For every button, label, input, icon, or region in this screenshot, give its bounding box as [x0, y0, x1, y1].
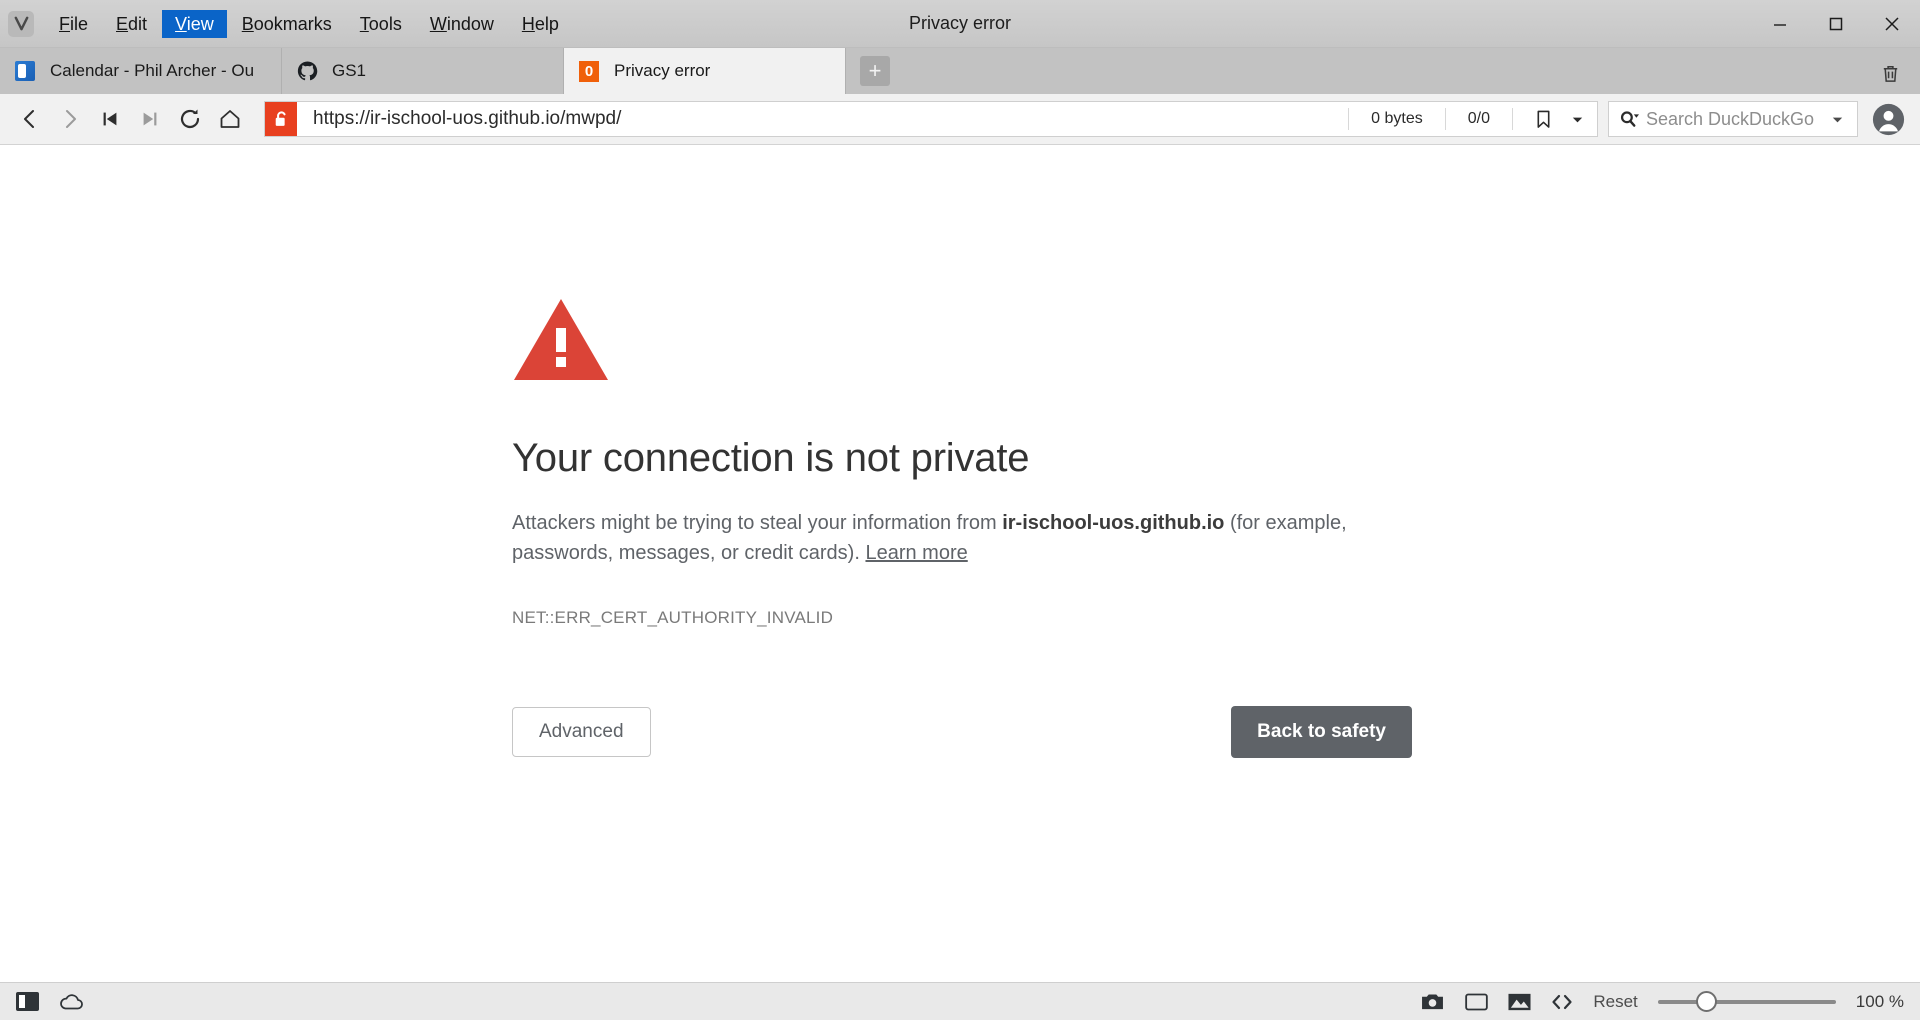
menu-rest: indow [446, 13, 494, 34]
search-icon[interactable] [1609, 110, 1646, 129]
back-arrow-icon[interactable] [10, 99, 50, 139]
search-bar[interactable]: Search DuckDuckGo [1608, 101, 1858, 137]
status-left-group [16, 992, 85, 1011]
menu-rest: iew [186, 13, 214, 34]
profile-avatar-icon[interactable] [1866, 97, 1910, 141]
fast-forward-icon[interactable] [130, 99, 170, 139]
advanced-button[interactable]: Advanced [512, 707, 651, 758]
home-icon[interactable] [210, 99, 250, 139]
status-bar: Reset 100 % [0, 982, 1920, 1020]
menu-rest: elp [534, 13, 559, 34]
reload-icon[interactable] [170, 99, 210, 139]
code-icon[interactable] [1551, 994, 1573, 1010]
tab-title: GS1 [332, 61, 367, 80]
page-title: Your connection is not private [512, 436, 1030, 480]
status-right-group: Reset 100 % [1420, 991, 1904, 1012]
error-description: Attackers might be trying to steal your … [512, 509, 1372, 568]
window-controls [1752, 0, 1920, 47]
menu-mnemonic: T [359, 13, 369, 34]
url-meta-group: 0 bytes 0/0 [1348, 102, 1597, 136]
tiling-icon[interactable] [1465, 993, 1489, 1011]
browser-window: File Edit View Bookmarks Tools Window He… [0, 0, 1920, 1020]
menu-mnemonic: V [175, 13, 187, 34]
forward-arrow-icon[interactable] [50, 99, 90, 139]
error-description-before: Attackers might be trying to steal your … [512, 512, 1003, 534]
privacy-error-container: Your connection is not private Attackers… [512, 295, 1412, 759]
title-bar: File Edit View Bookmarks Tools Window He… [0, 0, 1920, 48]
bookmark-dropdown-chevron-down-icon[interactable] [1566, 112, 1597, 127]
tab-privacy-error[interactable]: 0 Privacy error [564, 48, 846, 94]
rewind-icon[interactable] [90, 99, 130, 139]
outlook-icon [14, 60, 36, 82]
learn-more-link[interactable]: Learn more [865, 542, 967, 564]
menu-item-help[interactable]: Help [509, 10, 572, 38]
menu-item-file[interactable]: File [46, 10, 101, 38]
github-icon [296, 60, 318, 82]
search-input[interactable]: Search DuckDuckGo [1646, 109, 1818, 130]
tab-strip: Calendar - Phil Archer - Ou GS1 0 Privac… [0, 48, 1920, 94]
menu-item-window[interactable]: Window [417, 10, 507, 38]
zoom-reset-button[interactable]: Reset [1593, 992, 1637, 1012]
cloud-icon[interactable] [59, 993, 85, 1011]
close-button[interactable] [1864, 0, 1920, 47]
menu-item-tools[interactable]: Tools [347, 10, 415, 38]
menu-item-edit[interactable]: Edit [103, 10, 160, 38]
tab-title: Calendar - Phil Archer - Ou [50, 61, 255, 80]
error-code: NET::ERR_CERT_AUTHORITY_INVALID [512, 608, 834, 628]
tab-calendar[interactable]: Calendar - Phil Archer - Ou [0, 48, 282, 94]
zoom-slider-track [1657, 999, 1836, 1004]
menu-mnemonic: E [116, 13, 129, 34]
error-domain: ir-ischool-uos.github.io [1002, 512, 1225, 534]
page-content: Your connection is not private Attackers… [0, 145, 1920, 982]
menu-item-bookmarks[interactable]: Bookmarks [229, 10, 345, 38]
search-chevron-down-icon[interactable] [1818, 112, 1857, 127]
zoom-slider-thumb[interactable] [1695, 991, 1717, 1012]
menu-rest: ile [70, 13, 89, 34]
address-toolbar: https://ir-ischool-uos.github.io/mwpd/ 0… [0, 94, 1920, 145]
url-text[interactable]: https://ir-ischool-uos.github.io/mwpd/ [313, 108, 1348, 130]
menu-mnemonic: W [429, 13, 447, 34]
menu-rest: dit [128, 13, 148, 34]
warning-triangle-icon [512, 295, 1412, 388]
tab-title: Privacy error [614, 61, 711, 80]
menu-mnemonic: H [521, 13, 535, 34]
blocked-counter: 0/0 [1444, 108, 1512, 130]
menu-mnemonic: B [241, 13, 254, 34]
maximize-button[interactable] [1808, 0, 1864, 47]
image-icon[interactable] [1508, 993, 1531, 1011]
camera-icon[interactable] [1420, 992, 1445, 1011]
menu-mnemonic: F [59, 13, 70, 34]
menu-rest: ookmarks [253, 13, 332, 34]
menu-bar: File Edit View Bookmarks Tools Window He… [46, 0, 574, 47]
bookmark-icon[interactable] [1512, 108, 1566, 130]
bytes-counter: 0 bytes [1348, 108, 1445, 130]
tab-gs1[interactable]: GS1 [282, 48, 564, 94]
url-bar[interactable]: https://ir-ischool-uos.github.io/mwpd/ 0… [264, 101, 1598, 137]
panel-toggle-icon[interactable] [16, 992, 39, 1011]
zoom-level-value: 100 % [1855, 991, 1904, 1011]
minimize-button[interactable] [1752, 0, 1808, 47]
orange-zero-icon: 0 [578, 60, 600, 82]
menu-rest: ools [368, 13, 402, 34]
menu-item-view[interactable]: View [162, 9, 227, 38]
back-to-safety-button[interactable]: Back to safety [1231, 706, 1412, 759]
zoom-slider[interactable] [1657, 991, 1836, 1012]
new-tab-button[interactable]: + [860, 56, 890, 86]
open-padlock-icon[interactable] [265, 102, 297, 136]
trash-icon[interactable] [1879, 61, 1902, 86]
error-actions: Advanced Back to safety [512, 706, 1412, 759]
vivaldi-logo-icon[interactable] [8, 10, 34, 37]
